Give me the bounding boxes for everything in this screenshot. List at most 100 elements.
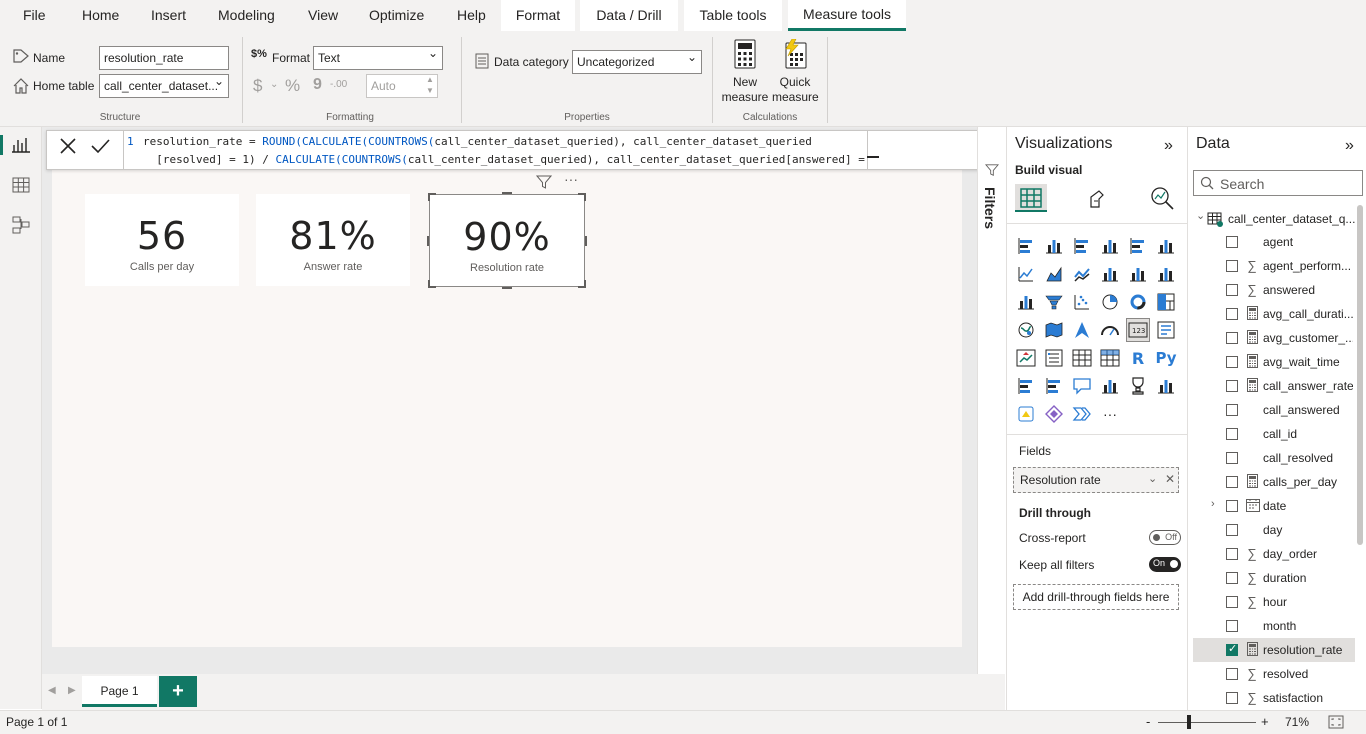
collapse-pane-icon[interactable]: » [1164, 137, 1173, 155]
field-checkbox[interactable] [1226, 642, 1238, 656]
fit-to-page-icon[interactable] [1328, 715, 1344, 732]
tab-optimize[interactable]: Optimize [359, 0, 434, 31]
metrics-icon[interactable] [1127, 375, 1149, 397]
build-visual-tab[interactable] [1015, 184, 1047, 212]
clustered-bar-chart-icon[interactable] [1071, 235, 1093, 257]
chevron-down-icon[interactable]: ⌄ [1148, 472, 1157, 485]
donut-chart-icon[interactable] [1127, 291, 1149, 313]
card-calls-per-day[interactable]: 56 Calls per day [85, 194, 239, 286]
close-icon[interactable] [57, 135, 79, 160]
treemap-icon[interactable] [1155, 291, 1177, 313]
report-view-button[interactable] [0, 133, 33, 157]
tab-file[interactable]: File [13, 0, 56, 31]
ribbon-chart-icon[interactable] [1155, 263, 1177, 285]
resize-handle[interactable] [427, 236, 430, 246]
area-chart-icon[interactable] [1043, 263, 1065, 285]
power-bi-visual-icon[interactable] [1071, 403, 1093, 425]
multi-row-card-icon[interactable] [1155, 319, 1177, 341]
comma-button[interactable]: 9 [313, 76, 322, 94]
report-page[interactable]: Pho 56 Calls per day 81% Answer rate 90%… [52, 147, 962, 647]
tab-home[interactable]: Home [72, 0, 129, 31]
scatter-chart-icon[interactable] [1071, 291, 1093, 313]
field-checkbox[interactable] [1226, 620, 1238, 632]
field-checkbox[interactable] [1226, 452, 1238, 464]
stacked-column-chart-icon[interactable] [1043, 235, 1065, 257]
measure-name-input[interactable]: resolution_rate [99, 46, 229, 70]
formula-bar[interactable]: 1 resolution_rate = ROUND(CALCULATE(COUN… [46, 130, 1001, 170]
stacked-area-chart-icon[interactable] [1071, 263, 1093, 285]
filters-pane-collapsed[interactable]: Filters [977, 127, 1005, 674]
add-page-button[interactable]: + [159, 676, 197, 707]
keep-all-filters-toggle[interactable]: On [1149, 557, 1181, 572]
collapse-pane-icon[interactable]: » [1345, 137, 1354, 155]
model-view-button[interactable] [9, 213, 33, 237]
resize-handle[interactable] [502, 192, 512, 198]
field-item-call-answered[interactable]: call_answered [1193, 398, 1355, 422]
field-item-calls-per-day[interactable]: calls_per_day [1193, 470, 1355, 494]
tab-insert[interactable]: Insert [141, 0, 196, 31]
r-visual-icon[interactable]: R [1127, 347, 1149, 369]
resize-handle[interactable] [428, 193, 436, 201]
resize-handle[interactable] [578, 193, 586, 201]
card-answer-rate[interactable]: 81% Answer rate [256, 194, 410, 286]
field-item-call-resolved[interactable]: call_resolved [1193, 446, 1355, 470]
cross-report-toggle[interactable]: Off [1149, 530, 1181, 545]
home-table-select[interactable]: call_center_dataset... [99, 74, 229, 98]
100-bar-chart-icon[interactable] [1127, 235, 1149, 257]
chevron-down-icon[interactable]: ⌄ [1196, 209, 1205, 222]
card-icon[interactable]: 123 [1126, 318, 1150, 342]
field-well-resolution-rate[interactable]: Resolution rate ⌄ ✕ [1013, 467, 1179, 493]
percent-button[interactable]: % [285, 76, 300, 96]
tab-view[interactable]: View [298, 0, 348, 31]
zoom-slider-thumb[interactable] [1187, 715, 1191, 729]
line-column-chart-icon[interactable] [1099, 263, 1121, 285]
azure-map-icon[interactable] [1071, 319, 1093, 341]
data-category-select[interactable]: Uncategorized [572, 50, 702, 74]
table-view-button[interactable] [9, 173, 33, 197]
field-item-resolved[interactable]: ∑ resolved [1193, 662, 1355, 686]
field-checkbox[interactable] [1226, 332, 1238, 344]
field-checkbox[interactable] [1226, 308, 1238, 320]
format-visual-icon[interactable] [1085, 187, 1109, 214]
data-search-box[interactable]: Search [1193, 170, 1363, 196]
commit-check-icon[interactable] [89, 135, 111, 160]
spinner-arrows-icon[interactable]: ▲ ▼ [426, 74, 434, 96]
more-options-icon[interactable]: ··· [564, 171, 578, 187]
python-visual-icon[interactable]: Py [1155, 347, 1177, 369]
table-visual-icon[interactable] [1071, 347, 1093, 369]
tab-help[interactable]: Help [447, 0, 496, 31]
remove-field-icon[interactable]: ✕ [1165, 472, 1175, 486]
tab-modeling[interactable]: Modeling [208, 0, 285, 31]
field-item-agent-perform[interactable]: ∑ agent_perform... [1193, 254, 1355, 278]
line-chart-icon[interactable] [1015, 263, 1037, 285]
field-item-call-answer-rate[interactable]: call_answer_rate [1193, 374, 1355, 398]
slicer-icon[interactable] [1043, 347, 1065, 369]
field-item-avg-customer[interactable]: avg_customer_... [1193, 326, 1355, 350]
decomposition-tree-icon[interactable] [1043, 375, 1065, 397]
qa-icon[interactable] [1071, 375, 1093, 397]
field-checkbox[interactable] [1226, 500, 1238, 512]
field-checkbox[interactable] [1226, 572, 1238, 584]
more-visuals-icon[interactable]: ··· [1099, 403, 1121, 425]
tab-table-tools[interactable]: Table tools [684, 0, 782, 31]
dax-formula-editor[interactable]: resolution_rate = ROUND(CALCULATE(COUNTR… [143, 133, 883, 169]
map-icon[interactable] [1015, 319, 1037, 341]
field-checkbox[interactable] [1226, 356, 1238, 368]
field-checkbox[interactable] [1226, 596, 1238, 608]
tab-measure-tools[interactable]: Measure tools [788, 0, 906, 31]
field-item-month[interactable]: month [1193, 614, 1355, 638]
field-item-day-order[interactable]: ∑ day_order [1193, 542, 1355, 566]
line-clustered-column-icon[interactable] [1127, 263, 1149, 285]
tab-data-drill[interactable]: Data / Drill [580, 0, 678, 31]
field-checkbox[interactable] [1226, 236, 1238, 248]
clustered-column-chart-icon[interactable] [1099, 235, 1121, 257]
zoom-in-button[interactable]: + [1261, 714, 1269, 729]
field-item-resolution-rate[interactable]: resolution_rate [1193, 638, 1355, 662]
field-checkbox[interactable] [1226, 284, 1238, 296]
resize-handle[interactable] [502, 283, 512, 289]
power-automate-icon[interactable] [1043, 403, 1065, 425]
field-checkbox[interactable] [1226, 524, 1238, 536]
filter-icon[interactable] [535, 174, 553, 193]
format-select[interactable]: Text [313, 46, 443, 70]
decimal-places-button[interactable]: -.00 [330, 79, 347, 90]
